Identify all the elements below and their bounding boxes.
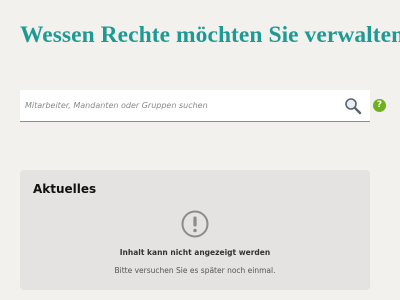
warning-icon	[181, 210, 209, 238]
page-title: Wessen Rechte möchten Sie verwalten?	[20, 22, 400, 48]
search-box[interactable]	[20, 90, 370, 122]
search-icon[interactable]	[344, 97, 362, 115]
news-card: Aktuelles Inhalt kann nicht angezeigt we…	[20, 170, 370, 290]
help-icon[interactable]: ?	[373, 99, 386, 112]
search-input[interactable]	[20, 90, 340, 121]
news-card-title: Aktuelles	[33, 182, 97, 196]
error-title: Inhalt kann nicht angezeigt werden	[119, 248, 271, 257]
error-message: Bitte versuchen Sie es später noch einma…	[114, 266, 276, 275]
